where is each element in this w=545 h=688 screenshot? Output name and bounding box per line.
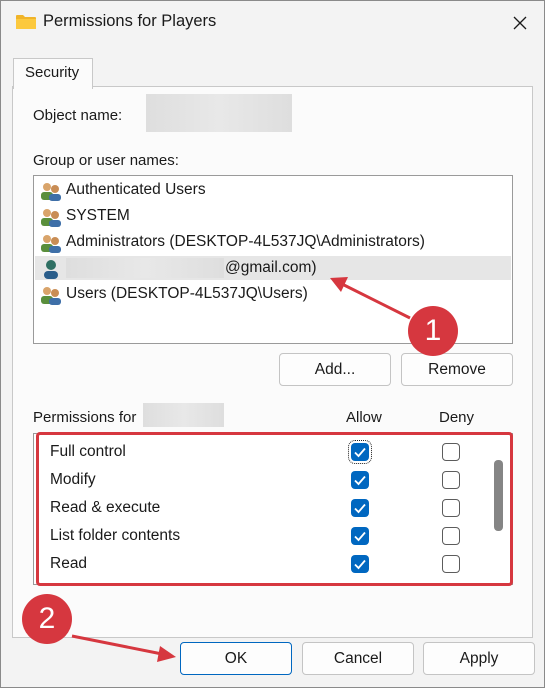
- annotation-badge-2: 2: [22, 594, 72, 644]
- annotation-badge-1: 1: [408, 306, 458, 356]
- annotation-arrows: [71, 277, 411, 662]
